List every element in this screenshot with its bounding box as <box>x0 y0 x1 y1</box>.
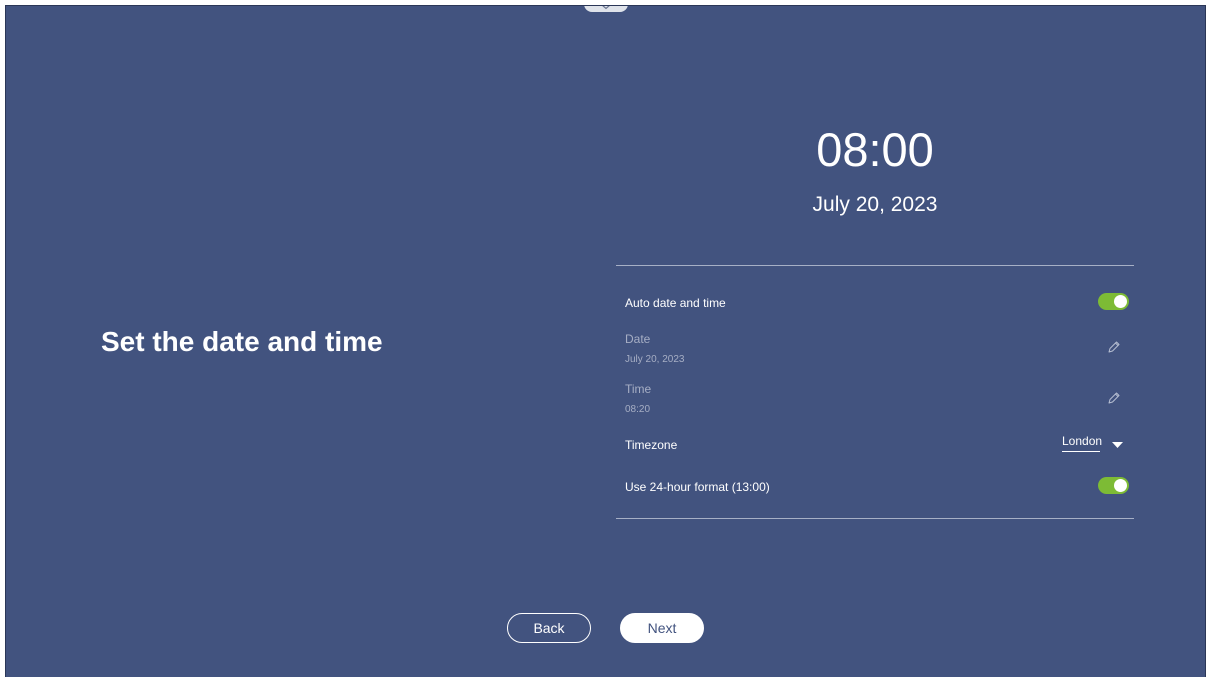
setup-screen: Set the date and time 08:00 July 20, 202… <box>5 5 1206 677</box>
date-pencil-icon[interactable] <box>1107 340 1121 354</box>
hour24-label: Use 24-hour format (13:00) <box>625 480 770 494</box>
top-divider <box>616 265 1134 266</box>
pull-down-handle[interactable] <box>584 6 628 12</box>
next-button[interactable]: Next <box>620 613 704 643</box>
chevron-down-icon <box>602 6 610 10</box>
hour24-toggle[interactable] <box>1098 477 1129 494</box>
dropdown-arrow-icon <box>1112 442 1123 448</box>
timezone-value: London <box>1062 434 1102 452</box>
time-value: 08:20 <box>625 404 651 415</box>
timezone-dropdown[interactable]: London <box>1062 434 1130 456</box>
clock-date: July 20, 2023 <box>812 193 938 216</box>
back-button[interactable]: Back <box>507 613 591 643</box>
clock-time: 08:00 <box>816 123 934 176</box>
timezone-label: Timezone <box>625 438 678 452</box>
time-pencil-icon[interactable] <box>1107 391 1121 405</box>
toggle-knob <box>1114 479 1127 492</box>
toggle-knob <box>1114 295 1127 308</box>
bottom-divider <box>616 518 1134 519</box>
date-label: Date <box>625 332 651 346</box>
date-value: July 20, 2023 <box>625 354 685 365</box>
time-label: Time <box>625 382 652 396</box>
auto-date-time-toggle[interactable] <box>1098 293 1129 310</box>
auto-date-time-label: Auto date and time <box>625 296 726 310</box>
page-title: Set the date and time <box>101 326 383 357</box>
